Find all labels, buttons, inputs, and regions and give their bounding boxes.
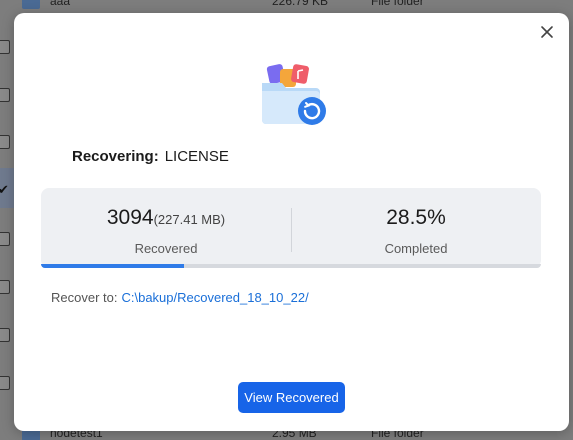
recover-to-line: Recover to: C:\bakup/Recovered_18_10_22/ [51, 290, 309, 305]
completed-caption: Completed [384, 241, 448, 256]
close-icon [541, 26, 553, 38]
recovered-stat: 3094(227.41 MB) Recovered [41, 188, 291, 268]
recover-to-label: Recover to: [51, 290, 118, 305]
files-size: (227.41 MB) [153, 212, 226, 227]
row-checkbox[interactable] [0, 376, 10, 390]
folder-recovery-icon [262, 64, 326, 125]
row-checkbox[interactable] [0, 40, 10, 54]
completed-stat: 28.5% Completed [291, 188, 541, 268]
files-count: 3094 [106, 206, 154, 229]
row-checkbox[interactable] [0, 135, 10, 149]
close-button[interactable] [537, 22, 557, 42]
percent-value: 28.5% [386, 206, 446, 229]
row-checkbox[interactable] [0, 328, 10, 342]
recovering-item: LICENSE [164, 148, 229, 165]
progress-fill [41, 264, 184, 268]
stats-panel: 3094(227.41 MB) Recovered 28.5% Complete… [41, 188, 541, 268]
recovering-status: Recovering: LICENSE [72, 148, 229, 165]
recovery-dialog: Recovering: LICENSE 3094(227.41 MB) Recov… [14, 13, 569, 431]
checkmark-icon[interactable]: ✔ [0, 182, 9, 198]
list-item: aaa 226.79 KB File folder [0, 0, 573, 12]
recover-to-path-link[interactable]: C:\bakup/Recovered_18_10_22/ [121, 290, 308, 305]
file-type: File folder [371, 0, 424, 8]
row-checkbox[interactable] [0, 280, 10, 294]
recovering-label: Recovering: [72, 148, 159, 165]
recovered-caption: Recovered [134, 241, 198, 256]
row-checkbox[interactable] [0, 88, 10, 102]
view-recovered-button[interactable]: View Recovered [238, 382, 345, 413]
progress-bar [41, 264, 541, 268]
row-checkbox[interactable] [0, 232, 10, 246]
file-size: 226.79 KB [272, 0, 329, 8]
folder-icon [22, 0, 40, 9]
file-name: aaa [50, 0, 71, 8]
